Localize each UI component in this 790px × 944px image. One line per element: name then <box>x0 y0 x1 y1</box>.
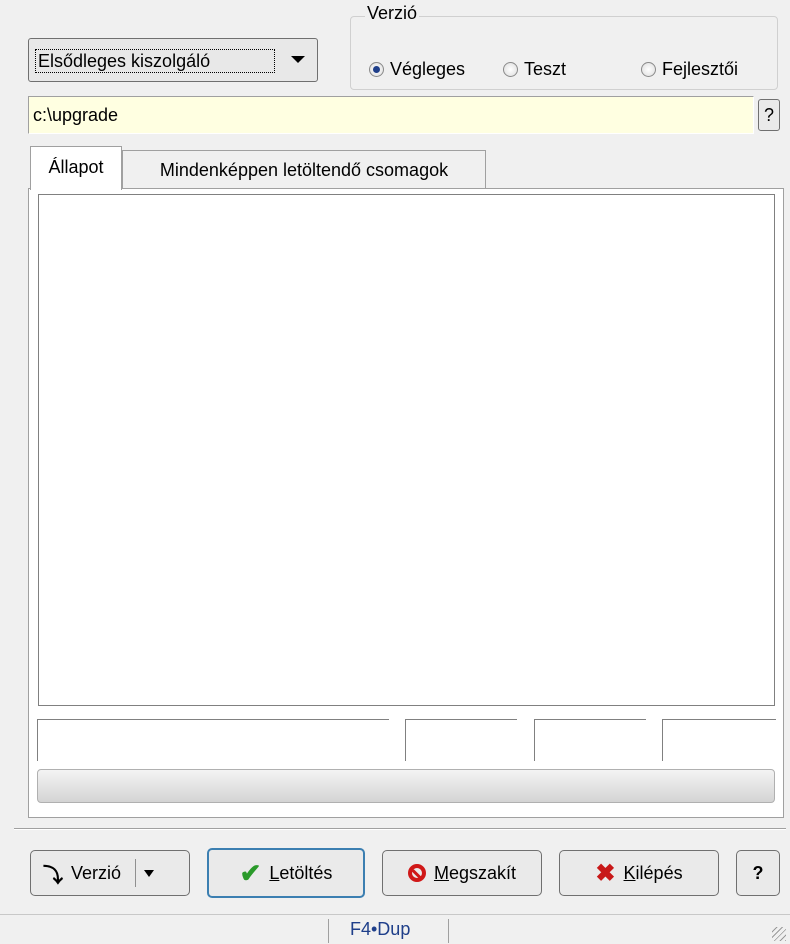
version-button[interactable]: ⤵ Verzió <box>30 850 190 896</box>
radio-teszt-indicator <box>503 62 518 77</box>
check-icon: ✔ <box>239 857 262 888</box>
path-help-button[interactable]: ? <box>758 99 780 131</box>
status-field-1 <box>37 719 389 761</box>
status-field-2 <box>405 719 517 761</box>
progress-bar <box>37 769 775 803</box>
radio-fejlesztoi[interactable]: Fejlesztői <box>641 59 738 80</box>
close-icon: ✖ <box>595 859 616 887</box>
statusbar-divider-left <box>328 919 329 943</box>
divider <box>14 828 786 830</box>
radio-teszt-label: Teszt <box>524 59 567 79</box>
chevron-down-icon <box>291 56 305 63</box>
radio-vegleges-label: Végleges <box>390 59 466 79</box>
caret-down-icon[interactable] <box>144 869 155 877</box>
status-field-4 <box>662 719 776 761</box>
server-dropdown[interactable]: Elsődleges kiszolgáló <box>28 38 318 82</box>
radio-fejlesztoi-indicator <box>641 62 656 77</box>
statusbar-divider-right <box>448 919 449 943</box>
tab-allapot[interactable]: Állapot <box>30 146 122 190</box>
prohibited-icon <box>407 864 426 882</box>
exit-button[interactable]: ✖ Kilépés <box>559 850 719 896</box>
exit-button-label: Kilépés <box>623 862 683 883</box>
download-button-label: Letöltés <box>269 862 333 883</box>
radio-vegleges-indicator <box>369 62 384 77</box>
help-button[interactable]: ? <box>736 850 780 896</box>
statusbar-hint: F4•Dup <box>350 919 411 939</box>
abort-button-label: Megszakít <box>433 862 517 883</box>
version-icon: ⤵ <box>43 864 63 887</box>
tab-mindenkeppen[interactable]: Mindenképpen letöltendő csomagok <box>122 150 486 188</box>
resize-grip-icon[interactable] <box>772 927 786 941</box>
version-group: Verzió Végleges Teszt Fejlesztői <box>350 3 778 90</box>
version-button-label: Verzió <box>71 862 122 883</box>
radio-teszt[interactable]: Teszt <box>503 59 566 80</box>
statusbar: F4•Dup <box>0 914 790 944</box>
download-button[interactable]: ✔ Letöltés <box>207 848 365 898</box>
status-log-area[interactable] <box>38 194 775 706</box>
server-dropdown-value: Elsődleges kiszolgáló <box>35 49 275 73</box>
tab-panel <box>28 188 784 818</box>
abort-button[interactable]: Megszakít <box>382 850 542 896</box>
path-field[interactable]: c:\upgrade <box>28 96 754 134</box>
radio-fejlesztoi-label: Fejlesztői <box>662 59 739 79</box>
radio-vegleges[interactable]: Végleges <box>369 59 465 80</box>
version-group-title: Verzió <box>365 3 420 24</box>
status-field-3 <box>534 719 646 761</box>
version-dropdown-divider <box>135 859 137 887</box>
